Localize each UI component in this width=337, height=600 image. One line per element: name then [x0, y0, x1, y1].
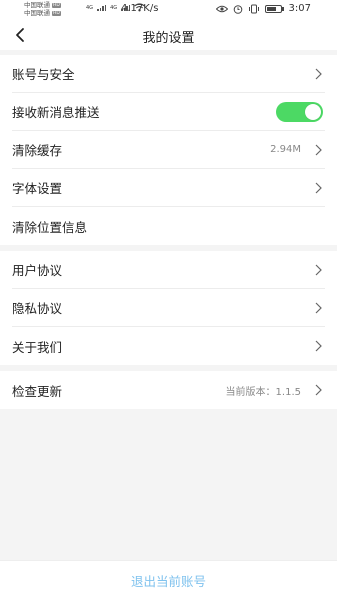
settings-item-privacy-agreement[interactable]: 隐私协议: [12, 289, 325, 327]
clock: 3:07: [288, 3, 311, 14]
network-speed: 4.17K/s: [121, 3, 159, 14]
cache-size-value: 2.94M: [270, 144, 301, 155]
settings-item-label: 账号与安全: [12, 67, 75, 82]
settings-group-legal: 用户协议 隐私协议 关于我们: [0, 251, 337, 365]
signal-icon: [97, 4, 107, 11]
chevron-right-icon: [315, 384, 322, 396]
settings-item-label: 检查更新: [12, 383, 63, 399]
toggle-knob: [305, 104, 321, 120]
settings-item-label: 字体设置: [12, 181, 63, 196]
hd-badge: HD: [52, 2, 61, 8]
settings-item-user-agreement[interactable]: 用户协议: [12, 251, 325, 289]
settings-item-check-update[interactable]: 检查更新 当前版本：1.1.5: [12, 371, 325, 409]
current-version-value: 当前版本：1.1.5: [225, 386, 301, 398]
chevron-right-icon: [315, 68, 322, 80]
settings-item-clear-cache[interactable]: 清除缓存 2.94M: [12, 131, 325, 169]
status-bar: 中国联通 HD 中国联通 HD 4G 4G 4.17K/s 3:07: [0, 0, 337, 20]
page-header: 我的设置: [0, 20, 337, 50]
vibrate-icon: [249, 4, 260, 13]
settings-item-label: 清除缓存: [12, 143, 63, 158]
network-2-label: 4G: [110, 4, 118, 11]
alarm-icon: [233, 4, 243, 14]
settings-group-account: 账号与安全 接收新消息推送 清除缓存 2.94M 字体设置 清除位置信息: [0, 55, 337, 245]
settings-group-update: 检查更新 当前版本：1.1.5: [0, 371, 337, 409]
battery-icon: [265, 4, 284, 13]
chevron-right-icon: [315, 182, 322, 194]
chevron-right-icon: [315, 302, 322, 314]
settings-item-label: 关于我们: [12, 339, 63, 355]
push-notification-toggle[interactable]: [276, 102, 323, 122]
page-title: 我的设置: [142, 31, 195, 46]
network-1-label: 4G: [86, 4, 94, 11]
settings-item-label: 隐私协议: [12, 301, 63, 316]
settings-item-clear-location[interactable]: 清除位置信息: [12, 207, 325, 245]
settings-item-account-security[interactable]: 账号与安全: [12, 55, 325, 93]
carrier-1-label: 中国联通: [24, 1, 50, 9]
hd-badge: HD: [52, 10, 61, 16]
status-right-icons: 3:07: [216, 3, 311, 14]
settings-item-label: 清除位置信息: [12, 219, 88, 235]
chevron-right-icon: [315, 144, 322, 156]
chevron-right-icon: [315, 340, 322, 352]
settings-item-push-notifications: 接收新消息推送: [12, 93, 325, 131]
settings-item-label: 用户协议: [12, 263, 63, 278]
carrier-2-label: 中国联通: [24, 9, 50, 17]
chevron-right-icon: [315, 264, 322, 276]
carrier-info: 中国联通 HD 中国联通 HD: [24, 1, 61, 17]
settings-item-label: 接收新消息推送: [12, 105, 100, 120]
logout-button[interactable]: 退出当前账号: [131, 571, 206, 590]
settings-item-font-settings[interactable]: 字体设置: [12, 169, 325, 207]
settings-item-about-us[interactable]: 关于我们: [12, 327, 325, 365]
logout-bar: 退出当前账号: [0, 560, 337, 600]
eye-icon: [216, 5, 229, 12]
